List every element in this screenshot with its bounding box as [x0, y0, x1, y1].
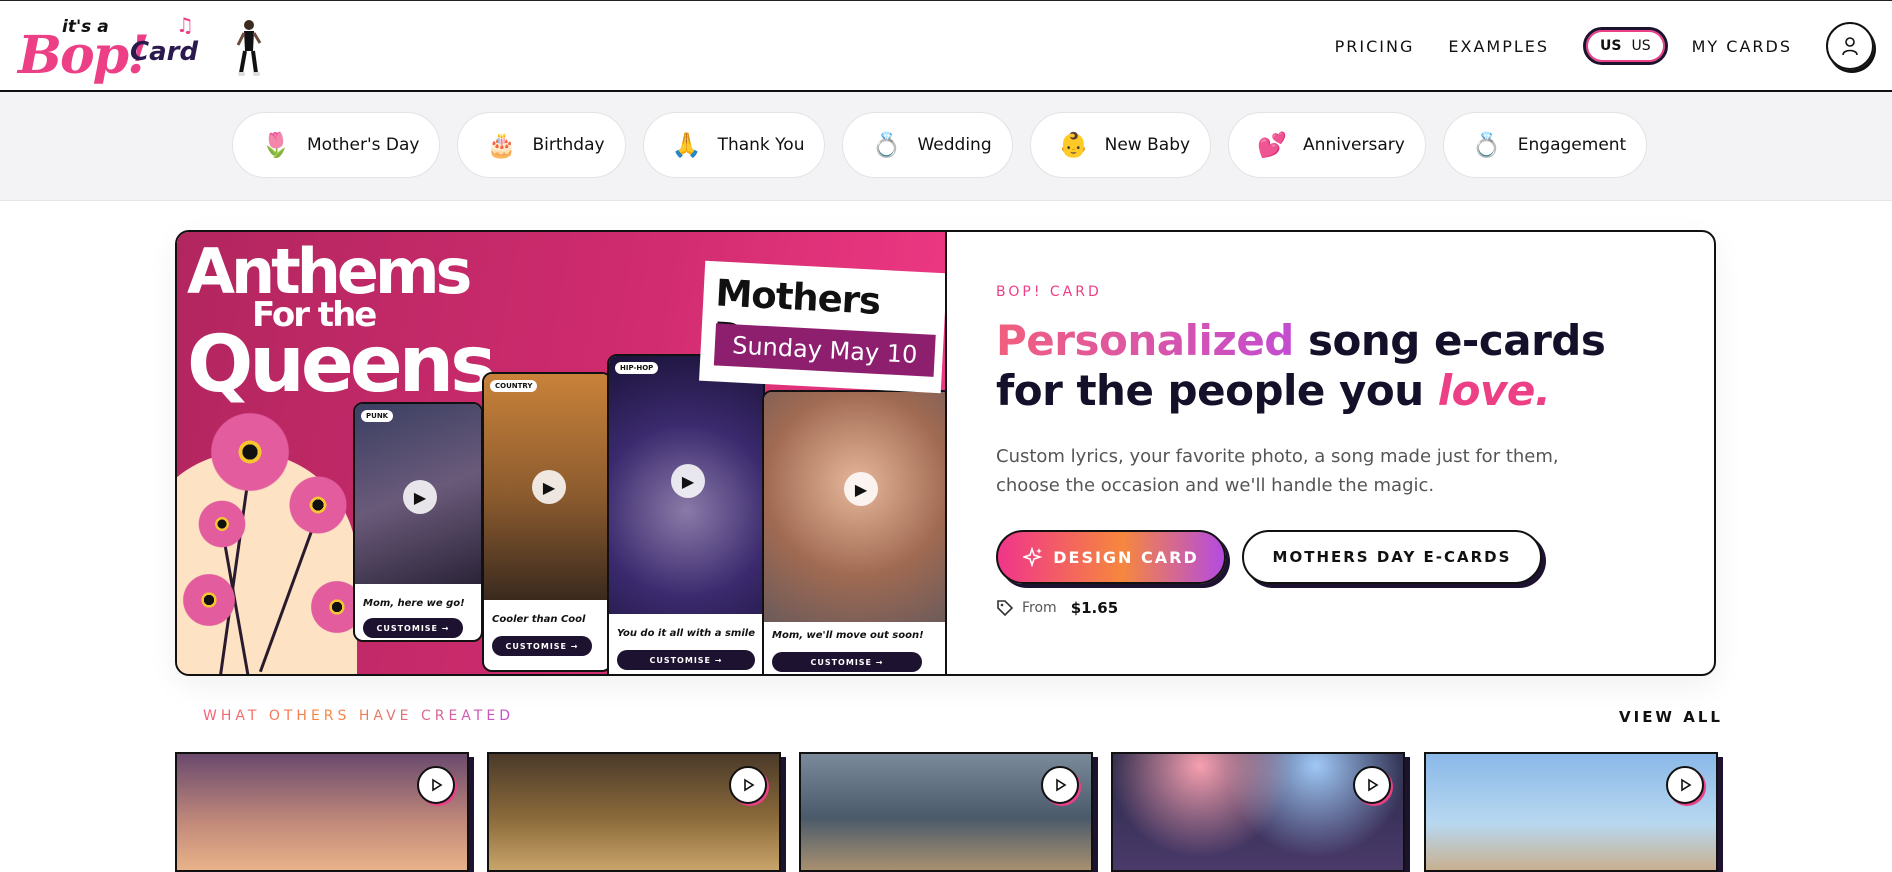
- nav-pricing[interactable]: PRICING: [1335, 37, 1415, 56]
- category-new-baby[interactable]: 👶 New Baby: [1029, 112, 1212, 178]
- headline-line2: for the people you: [996, 366, 1438, 415]
- logo-bop-text: Bop!: [18, 25, 150, 86]
- category-label: Engagement: [1517, 135, 1627, 155]
- sparkle-icon: [1023, 547, 1043, 567]
- phone-card-country: COUNTRY ▶ Cooler than Cool CUSTOMISE →: [482, 372, 612, 672]
- flower: [179, 570, 239, 630]
- play-icon[interactable]: [1041, 766, 1079, 804]
- category-birthday[interactable]: 🎂 Birthday: [457, 112, 626, 178]
- price-note: From $1.65: [996, 599, 1118, 617]
- hero-subtitle: Custom lyrics, your favorite photo, a so…: [996, 446, 1559, 496]
- headline-text: song e-cards: [1293, 316, 1606, 365]
- category-label: Birthday: [532, 135, 605, 155]
- category-engagement[interactable]: 💍 Engagement: [1442, 112, 1648, 178]
- mothers-day-ecards-button[interactable]: MOTHERS DAY E-CARDS: [1242, 530, 1542, 584]
- locale-selector[interactable]: US US: [1583, 27, 1668, 65]
- title-queens: Queens: [187, 320, 497, 411]
- nav-my-cards[interactable]: MY CARDS: [1692, 37, 1792, 56]
- logo-card-text: Card: [130, 37, 199, 67]
- play-icon[interactable]: [729, 766, 767, 804]
- category-label: Anniversary: [1303, 135, 1405, 155]
- gallery-tile[interactable]: [1111, 752, 1405, 872]
- main-nav: PRICING EXAMPLES US US MY CARDS: [1335, 1, 1892, 91]
- user-icon: [1842, 37, 1858, 56]
- folded-hands-icon: 🙏: [671, 131, 702, 159]
- play-icon: ▶: [844, 472, 878, 506]
- category-label: New Baby: [1104, 135, 1191, 155]
- play-icon[interactable]: [417, 766, 455, 804]
- baby-icon: 👶: [1058, 131, 1089, 159]
- play-icon[interactable]: [1666, 766, 1704, 804]
- locale-label: US: [1631, 38, 1651, 54]
- bop-card-logo[interactable]: it's a Bop! Card ♫: [18, 13, 218, 86]
- price-value: $1.65: [1070, 599, 1119, 617]
- flower: [205, 407, 295, 497]
- genre-tag: PUNK: [361, 410, 394, 422]
- mothers-day-badge: Mothers Day Sunday May 10: [699, 260, 945, 394]
- price-prefix: From: [1022, 600, 1057, 616]
- gallery-title: WHAT OTHERS HAVE CREATED: [203, 708, 514, 724]
- headline-highlight: Personalized: [996, 316, 1294, 365]
- hero-promo-image[interactable]: Anthems For the Queens PUNK ▶ Mom, here …: [177, 232, 947, 674]
- hero-headline: Personalized song e-cards for the people…: [996, 316, 1606, 416]
- category-label: Mother's Day: [307, 135, 420, 155]
- flag-icon: US: [1600, 38, 1622, 54]
- site-header: it's a Bop! Card ♫ PRICING EXAMPLES US U…: [0, 0, 1892, 92]
- customise-button: CUSTOMISE →: [492, 636, 592, 656]
- phone-caption: Mom, here we go!: [363, 598, 465, 609]
- phone-card-mom: ▶ Mom, we'll move out soon! CUSTOMISE →: [762, 390, 945, 674]
- hearts-icon: 💕: [1257, 131, 1287, 159]
- cake-icon: 🎂: [486, 131, 517, 159]
- genre-tag: COUNTRY: [490, 380, 538, 392]
- gallery-tile[interactable]: [799, 752, 1093, 872]
- category-label: Thank You: [717, 135, 805, 155]
- dancer-illustration: [236, 20, 262, 76]
- account-button[interactable]: [1826, 22, 1874, 70]
- play-icon: ▶: [403, 480, 437, 514]
- customise-button: CUSTOMISE →: [772, 652, 922, 672]
- music-note-icon: ♫: [176, 13, 194, 37]
- customise-button: CUSTOMISE →: [617, 650, 755, 670]
- headline-love: love.: [1437, 366, 1551, 415]
- ring-icon: 💍: [1471, 131, 1502, 159]
- gallery-tile[interactable]: [487, 752, 781, 872]
- category-anniversary[interactable]: 💕 Anniversary: [1228, 112, 1426, 178]
- design-card-label: DESIGN CARD: [1053, 547, 1199, 567]
- hero-banner: Anthems For the Queens PUNK ▶ Mom, here …: [175, 230, 1716, 676]
- tulip-icon: 🌷: [261, 131, 291, 159]
- phone-caption: Mom, we'll move out soon!: [772, 630, 924, 641]
- occasion-bar: 🌷 Mother's Day 🎂 Birthday 🙏 Thank You 💍 …: [0, 92, 1892, 201]
- play-icon: ▶: [671, 464, 705, 498]
- phone-card-punk: PUNK ▶ Mom, here we go! CUSTOMISE →: [353, 402, 483, 642]
- hero-copy: BOP! CARD Personalized song e-cards for …: [996, 232, 1696, 674]
- customise-button: CUSTOMISE →: [363, 618, 463, 638]
- genre-tag: HIP-HOP: [615, 362, 659, 374]
- play-icon[interactable]: [1353, 766, 1391, 804]
- play-icon: ▶: [532, 470, 566, 504]
- category-label: Wedding: [917, 135, 992, 155]
- ring-icon: 💍: [871, 131, 902, 159]
- view-all-link[interactable]: VIEW ALL: [1619, 708, 1723, 726]
- phone-caption: Cooler than Cool: [492, 614, 586, 625]
- price-tag-icon: [997, 600, 1014, 617]
- design-card-button[interactable]: DESIGN CARD: [996, 530, 1226, 584]
- category-mothers-day[interactable]: 🌷 Mother's Day: [232, 112, 441, 178]
- gallery-tile[interactable]: [1424, 752, 1718, 872]
- flower: [285, 472, 351, 538]
- category-wedding[interactable]: 💍 Wedding: [842, 112, 1013, 178]
- phone-card-hiphop: HIP-HOP ▶ You do it all with a smile CUS…: [607, 354, 765, 674]
- category-thank-you[interactable]: 🙏 Thank You: [642, 112, 826, 178]
- hero-eyebrow: BOP! CARD: [996, 284, 1102, 300]
- nav-examples[interactable]: EXAMPLES: [1448, 37, 1549, 56]
- hero-image-title: Anthems For the Queens: [187, 241, 497, 405]
- flower: [195, 497, 249, 551]
- gallery-tile[interactable]: [175, 752, 469, 872]
- phone-caption: You do it all with a smile: [617, 628, 755, 639]
